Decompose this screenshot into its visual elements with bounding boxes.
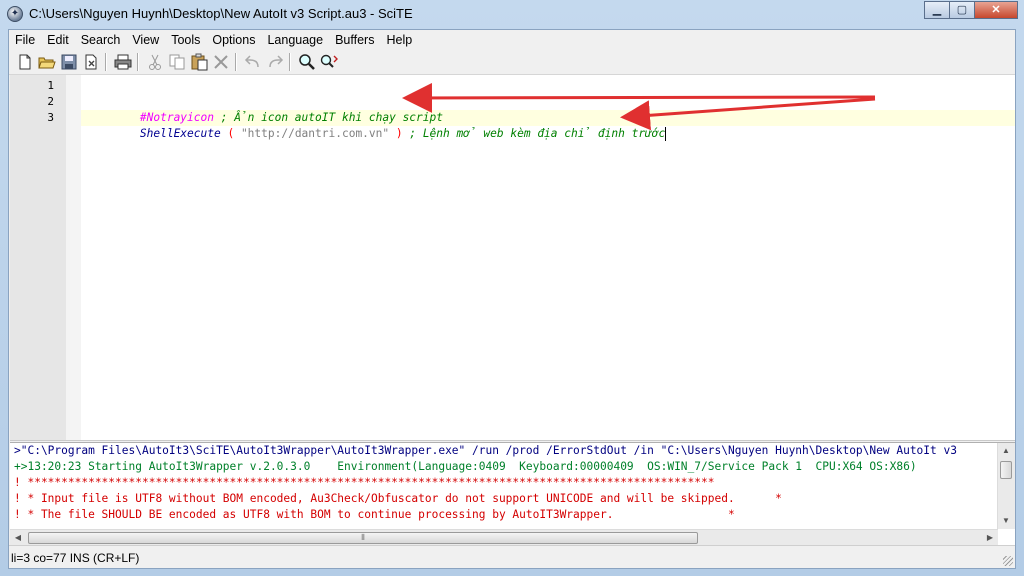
code-line-2[interactable]: #Notrayicon ; Ẩn icon autoIT khi chạy sc… bbox=[86, 94, 443, 124]
close-icon: ✕ bbox=[991, 4, 1001, 16]
scite-window: ✦ C:\Users\Nguyen Huynh\Desktop\New Auto… bbox=[0, 0, 1024, 576]
vertical-scroll-thumb[interactable] bbox=[1000, 461, 1012, 479]
redo-icon[interactable] bbox=[265, 53, 285, 71]
line-number: 3 bbox=[47, 111, 54, 124]
print-icon[interactable] bbox=[113, 53, 133, 71]
toolbar-separator bbox=[105, 53, 107, 71]
scite-app-icon[interactable]: ✦ bbox=[7, 6, 23, 22]
operator-token: ( bbox=[220, 127, 241, 140]
scroll-right-icon[interactable]: ▶ bbox=[982, 530, 998, 545]
operator-token: ) bbox=[389, 127, 410, 140]
scroll-down-icon[interactable]: ▼ bbox=[998, 513, 1014, 529]
undo-icon[interactable] bbox=[243, 53, 263, 71]
fold-margin[interactable] bbox=[66, 75, 81, 440]
function-token: ShellExecute bbox=[139, 127, 221, 140]
output-pane[interactable]: >"C:\Program Files\AutoIt3\SciTE\AutoIt3… bbox=[10, 442, 1015, 545]
window-title: C:\Users\Nguyen Huynh\Desktop\New AutoIt… bbox=[29, 6, 413, 21]
maximize-button[interactable]: ▢ bbox=[949, 1, 975, 19]
output-line: ! **************************************… bbox=[14, 476, 715, 489]
resize-grip-icon[interactable] bbox=[1003, 556, 1013, 566]
menu-file[interactable]: File bbox=[9, 30, 41, 50]
toolbar-separator bbox=[235, 53, 237, 71]
menu-tools[interactable]: Tools bbox=[165, 30, 206, 50]
horizontal-scroll-thumb[interactable]: ⦀ bbox=[28, 532, 698, 544]
find-icon[interactable] bbox=[297, 53, 317, 71]
maximize-icon: ▢ bbox=[956, 4, 968, 16]
output-line: ! * Input file is UTF8 without BOM encod… bbox=[14, 492, 782, 505]
close-file-icon[interactable] bbox=[81, 53, 101, 71]
output-vertical-scrollbar[interactable]: ▲ ▼ bbox=[997, 443, 1015, 529]
paste-icon[interactable] bbox=[189, 53, 209, 71]
line-number: 2 bbox=[47, 95, 54, 108]
new-file-icon[interactable] bbox=[15, 53, 35, 71]
delete-icon[interactable] bbox=[211, 53, 231, 71]
menu-buffers[interactable]: Buffers bbox=[329, 30, 380, 50]
menu-help[interactable]: Help bbox=[380, 30, 418, 50]
window-controls: ▁ ▢ ✕ bbox=[924, 1, 1018, 19]
menu-bar: File Edit Search View Tools Options Lang… bbox=[9, 30, 1015, 50]
save-icon[interactable] bbox=[59, 53, 79, 71]
close-button[interactable]: ✕ bbox=[974, 1, 1018, 19]
string-token: "http://dantri.com.vn" bbox=[240, 127, 390, 140]
toolbar bbox=[9, 50, 1015, 75]
toolbar-separator bbox=[137, 53, 139, 71]
title-bar[interactable]: ✦ C:\Users\Nguyen Huynh\Desktop\New Auto… bbox=[0, 0, 1024, 29]
menu-language[interactable]: Language bbox=[261, 30, 329, 50]
status-bar: li=3 co=77 INS (CR+LF) bbox=[9, 545, 1015, 568]
menu-options[interactable]: Options bbox=[206, 30, 261, 50]
comment-token: ; Lệnh mở web kèm địa chỉ định trước bbox=[409, 127, 666, 140]
line-number-margin[interactable]: 1 2 3 bbox=[10, 75, 66, 440]
menu-search[interactable]: Search bbox=[75, 30, 127, 50]
minimize-button[interactable]: ▁ bbox=[924, 1, 950, 19]
text-caret bbox=[665, 127, 667, 141]
scroll-left-icon[interactable]: ◀ bbox=[10, 530, 26, 545]
menu-edit[interactable]: Edit bbox=[41, 30, 75, 50]
scroll-up-icon[interactable]: ▲ bbox=[998, 443, 1014, 459]
code-line-3[interactable]: ShellExecute ( "http://dantri.com.vn" ) … bbox=[86, 110, 667, 141]
minimize-icon: ▁ bbox=[932, 4, 942, 16]
menu-view[interactable]: View bbox=[126, 30, 165, 50]
toolbar-separator bbox=[289, 53, 291, 71]
cut-icon[interactable] bbox=[145, 53, 165, 71]
code-editor[interactable]: 1 2 3 #Notrayicon ; Ẩn icon autoIT khi c… bbox=[10, 75, 1015, 441]
status-text: li=3 co=77 INS (CR+LF) bbox=[11, 551, 140, 565]
client-area: File Edit Search View Tools Options Lang… bbox=[8, 29, 1016, 569]
output-line: ! * The file SHOULD BE encoded as UTF8 w… bbox=[14, 508, 735, 521]
output-line: >"C:\Program Files\AutoIt3\SciTE\AutoIt3… bbox=[14, 444, 957, 457]
line-number: 1 bbox=[47, 79, 54, 92]
replace-icon[interactable] bbox=[319, 53, 339, 71]
output-line: +>13:20:23 Starting AutoIt3Wrapper v.2.0… bbox=[14, 460, 917, 473]
copy-icon[interactable] bbox=[167, 53, 187, 71]
open-folder-icon[interactable] bbox=[37, 53, 57, 71]
output-horizontal-scrollbar[interactable]: ◀ ⦀ ▶ bbox=[10, 529, 998, 545]
